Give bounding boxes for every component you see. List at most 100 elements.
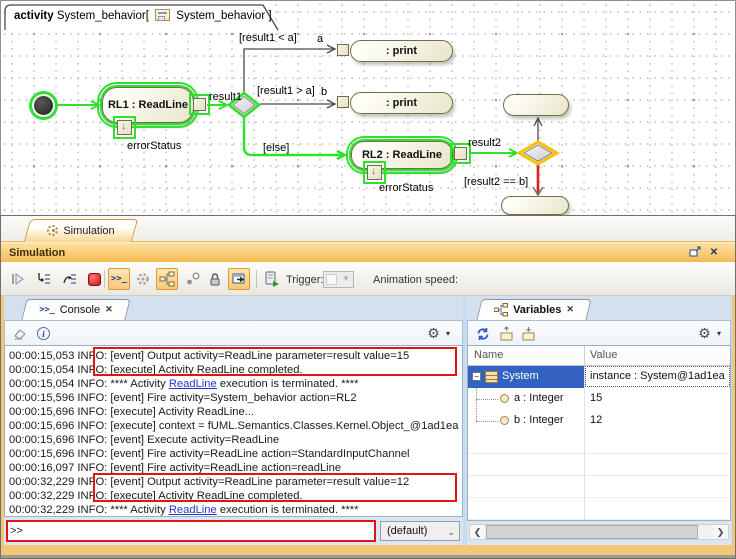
variable-name: b : Integer	[514, 414, 564, 426]
lock-button[interactable]	[204, 268, 226, 290]
console-input[interactable]	[10, 523, 370, 539]
simulation-content: >>_ Console ✕ i ⚙ ▾	[1, 296, 735, 551]
action-unnamed-bottom[interactable]	[501, 196, 569, 215]
trigger-service-icon[interactable]	[260, 268, 282, 290]
empty-row	[468, 476, 730, 498]
float-window-icon[interactable]	[689, 246, 703, 260]
pin-label-result2: result2	[468, 137, 501, 149]
trigger-dropdown[interactable]: ▼	[323, 271, 354, 288]
pin-label-errorstatus-rl2: errorStatus	[379, 182, 433, 194]
column-header-value[interactable]: Value	[590, 349, 617, 361]
error-status-pin-rl2[interactable]	[367, 165, 382, 180]
variables-icon	[494, 303, 508, 317]
diagram-title: activity System_behavior[ System_behavio…	[14, 9, 272, 22]
tab-console-label: Console	[60, 304, 100, 316]
table-row-b[interactable]: b : Integer 12	[468, 410, 730, 432]
table-row-system[interactable]: − System instance : System@1ad1ea	[468, 366, 730, 388]
log-message: [execute] Activity ReadLine completed.	[110, 364, 302, 376]
initial-node[interactable]	[34, 96, 53, 115]
scroll-left-arrow[interactable]: ❮	[470, 525, 485, 539]
variables-options-arrow[interactable]: ▾	[714, 325, 724, 342]
variables-options-button[interactable]: ⚙	[696, 325, 713, 342]
horizontal-scrollbar[interactable]: ❮ ❯	[469, 524, 729, 540]
diagram-name: System_behavior[	[57, 10, 149, 22]
log-line: 00:00:32,229 INFO: [event] Output activi…	[5, 475, 462, 489]
empty-row	[468, 498, 730, 520]
guard-result2-eq-b: [result2 == b]	[464, 176, 528, 188]
activity-diagram-icon	[155, 9, 170, 21]
scrollbar-thumb[interactable]	[486, 525, 698, 539]
tab-variables-label: Variables	[513, 304, 561, 316]
guard-else: [else]	[263, 142, 289, 154]
collapse-all-button[interactable]	[520, 325, 537, 342]
chevron-down-icon: ▼	[342, 274, 350, 283]
console-mode-dropdown[interactable]: (default) ⌄	[380, 521, 460, 541]
terminate-button[interactable]	[83, 268, 105, 290]
log-timestamp: 00:00:15,596 INFO:	[9, 392, 110, 404]
log-line: 00:00:15,053 INFO: [event] Output activi…	[5, 349, 462, 363]
log-line: 00:00:32,229 INFO: **** Activity ReadLin…	[5, 503, 462, 517]
console-toggle-button[interactable]: >>_	[108, 268, 130, 290]
log-line: 00:00:15,696 INFO: [event] Fire activity…	[5, 447, 462, 461]
activity-diagram-canvas[interactable]: activity System_behavior[ System_behavio…	[0, 0, 736, 216]
readline-link[interactable]: ReadLine	[169, 504, 217, 516]
info-button[interactable]: i	[35, 325, 52, 342]
log-message: [execute] Activity ReadLine...	[110, 406, 254, 418]
log-message: [event] Fire activity=System_behavior ac…	[110, 392, 356, 404]
variables-toggle-button[interactable]	[156, 268, 178, 290]
chevron-down-icon: ▾	[446, 329, 450, 338]
trigger-label: Trigger:	[286, 274, 324, 286]
log-message: execution is terminated. ****	[217, 504, 359, 516]
edge-name-a: a	[317, 33, 323, 45]
log-message: [execute] Activity ReadLine completed.	[110, 490, 302, 502]
tab-simulation[interactable]: Simulation	[27, 219, 135, 242]
tab-console[interactable]: >>_ Console ✕	[24, 299, 128, 320]
simulation-title-bar: Simulation ✕	[1, 242, 735, 262]
application-window: activity System_behavior[ System_behavio…	[0, 0, 736, 559]
guard-result1-lt-a: [result1 < a]	[239, 32, 297, 44]
open-diagram-button[interactable]	[228, 268, 250, 290]
refresh-button[interactable]	[474, 325, 491, 342]
resume-button[interactable]	[7, 268, 29, 290]
log-timestamp: 00:00:15,053 INFO:	[9, 350, 110, 362]
console-options-button[interactable]: ⚙	[425, 325, 442, 342]
simulation-tab-bar: Simulation	[1, 216, 735, 242]
console-log[interactable]: 00:00:15,053 INFO: [event] Output activi…	[4, 345, 463, 517]
animation-button[interactable]	[132, 268, 154, 290]
tab-variables[interactable]: Variables ✕	[479, 299, 589, 320]
step-into-button[interactable]	[33, 268, 55, 290]
close-icon[interactable]: ✕	[707, 246, 721, 260]
expand-all-button[interactable]	[498, 325, 515, 342]
variable-name: a : Integer	[514, 392, 564, 404]
step-over-button[interactable]	[59, 268, 81, 290]
variables-tab-bar: Variables ✕	[467, 296, 731, 320]
log-timestamp: 00:00:15,054 INFO:	[9, 364, 110, 376]
variable-value: 15	[590, 392, 602, 404]
log-line: 00:00:15,696 INFO: [execute] Activity Re…	[5, 405, 462, 419]
log-message: execution is terminated. ****	[217, 378, 359, 390]
breakpoints-button[interactable]	[182, 268, 204, 290]
output-pin-result2[interactable]	[454, 147, 467, 160]
close-variables-icon[interactable]: ✕	[566, 304, 574, 315]
column-header-name[interactable]: Name	[474, 349, 503, 361]
action-print-a[interactable]: : print	[350, 40, 453, 62]
action-unnamed-top[interactable]	[503, 94, 569, 116]
log-timestamp: 00:00:15,696 INFO:	[9, 420, 110, 432]
window-frame-accent	[1, 551, 735, 555]
action-print-b[interactable]: : print	[350, 92, 453, 114]
log-line: 00:00:15,696 INFO: [event] Execute activ…	[5, 433, 462, 447]
input-pin-print-b[interactable]	[337, 96, 349, 108]
output-pin-result1[interactable]	[193, 98, 206, 111]
action-rl1[interactable]: RL1 : ReadLine	[102, 87, 194, 123]
input-pin-print-a[interactable]	[337, 44, 349, 56]
clear-console-button[interactable]	[11, 325, 28, 342]
console-options-arrow[interactable]: ▾	[443, 325, 453, 342]
class-instance-icon	[485, 371, 498, 383]
readline-link[interactable]: ReadLine	[169, 378, 217, 390]
log-message: **** Activity	[110, 378, 168, 390]
scroll-right-arrow[interactable]: ❯	[713, 525, 728, 539]
collapse-toggle-icon[interactable]: −	[472, 372, 481, 381]
error-status-pin-rl1[interactable]	[117, 120, 132, 135]
close-console-icon[interactable]: ✕	[105, 304, 113, 315]
table-row-a[interactable]: a : Integer 15	[468, 388, 730, 410]
